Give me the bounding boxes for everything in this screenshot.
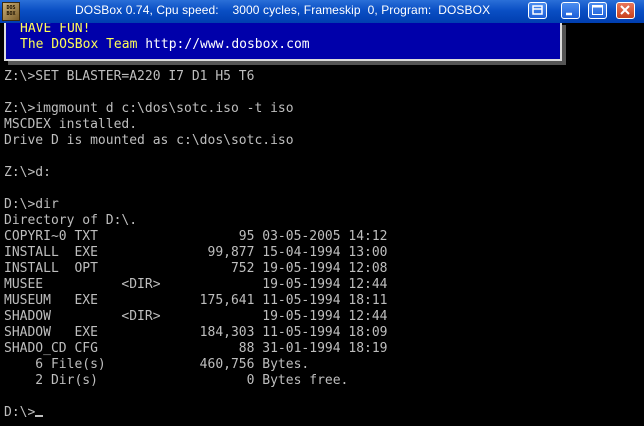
command-prompt-line[interactable]: D:\> (4, 405, 388, 421)
banner-team-text: The DOSBox Team (20, 37, 146, 52)
title-bar[interactable]: DOS BOX DOSBox 0.74, Cpu speed: 3000 cyc… (0, 0, 644, 23)
text-cursor (35, 415, 44, 417)
close-icon (620, 5, 630, 15)
console-line: Directory of D:\. (4, 213, 138, 228)
welcome-banner: HAVE FUN! The DOSBox Team http://www.dos… (4, 23, 562, 61)
minimize-icon (566, 12, 572, 16)
console-line: MSCDEX installed. (4, 117, 138, 132)
banner-url: http://www.dosbox.com (145, 37, 310, 52)
dir-summary-dirs: 2 Dir(s) 0 Bytes free. (4, 373, 349, 388)
maximize-button[interactable] (588, 2, 607, 19)
dir-listing-row: SHADO_CD CFG 88 31-01-1994 18:19 (4, 341, 388, 356)
console-line: D:\>dir (4, 197, 59, 212)
dosbox-window: DOS BOX DOSBox 0.74, Cpu speed: 3000 cyc… (0, 0, 644, 426)
dir-listing-row: MUSEUM EXE 175,641 11-05-1994 18:11 (4, 293, 388, 308)
dir-listing-row: SHADOW EXE 184,303 11-05-1994 18:09 (4, 325, 388, 340)
console-line: Z:\>d: (4, 165, 51, 180)
minimize-button[interactable] (561, 2, 580, 19)
window-title: DOSBox 0.74, Cpu speed: 3000 cycles, Fra… (75, 3, 491, 17)
special-button[interactable] (528, 2, 547, 19)
dosbox-app-icon[interactable]: DOS BOX (2, 2, 20, 21)
maximize-icon (592, 5, 603, 15)
close-button[interactable] (616, 2, 635, 19)
command-prompt: D:\> (4, 405, 36, 420)
dir-listing-row: SHADOW <DIR> 19-05-1994 12:44 (4, 309, 388, 324)
console-line: Drive D is mounted as c:\dos\sotc.iso (4, 133, 294, 148)
console-line: Z:\>SET BLASTER=A220 I7 D1 H5 T6 (4, 69, 255, 84)
console-line: Z:\>imgmount d c:\dos\sotc.iso -t iso (4, 101, 294, 116)
banner-have-fun: HAVE FUN! (20, 23, 91, 36)
dir-summary-files: 6 File(s) 460,756 Bytes. (4, 357, 310, 372)
console-output: Z:\>SET BLASTER=A220 I7 D1 H5 T6 Z:\>img… (4, 69, 388, 421)
dir-listing-row: INSTALL OPT 752 19-05-1994 12:08 (4, 261, 388, 276)
dos-screen[interactable]: HAVE FUN! The DOSBox Team http://www.dos… (0, 23, 644, 426)
window-switch-icon (532, 5, 543, 15)
dir-listing-row: COPYRI~0 TXT 95 03-05-2005 14:12 (4, 229, 388, 244)
banner-team-line: The DOSBox Team http://www.dosbox.com (20, 37, 310, 53)
dir-listing-row: MUSEE <DIR> 19-05-1994 12:44 (4, 277, 388, 292)
dir-listing-row: INSTALL EXE 99,877 15-04-1994 13:00 (4, 245, 388, 260)
